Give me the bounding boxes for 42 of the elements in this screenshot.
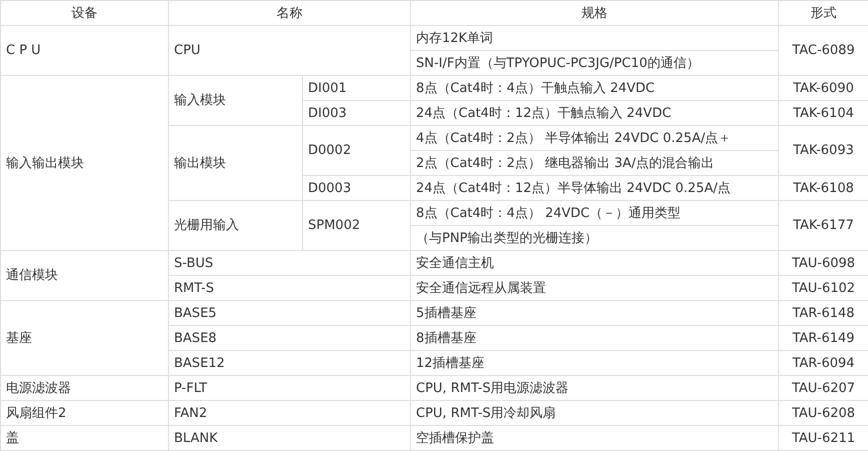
table-cell: 安全通信远程从属装置	[410, 276, 778, 300]
table-cell: RMT-S	[168, 276, 410, 300]
table-cell: 盖	[0, 426, 168, 450]
table-cell: BASE12	[168, 350, 410, 376]
table-cell: BLANK	[168, 426, 410, 450]
table-cell: 8点（Cat4时：4点） 24VDC（－）通用类型	[410, 200, 778, 226]
table-cell: 12插槽基座	[410, 350, 778, 376]
table-cell: 4点（Cat4时：2点） 半导体输出 24VDC 0.25A/点＋	[410, 126, 778, 150]
table-cell: P-FLT	[168, 376, 410, 400]
column-header: 设备	[0, 0, 168, 26]
table-cell: 24点（Cat4时：12点）干触点输入 24VDC	[410, 100, 778, 126]
table-cell: SPM002	[302, 200, 410, 250]
table-cell: 基座	[0, 300, 168, 376]
table-cell: 风扇组件2	[0, 400, 168, 426]
table-cell: BASE5	[168, 300, 410, 326]
table-cell: 8点（Cat4时：4点）干触点输入 24VDC	[410, 76, 778, 100]
table-cell: 5插槽基座	[410, 300, 778, 326]
table-cell: 输入输出模块	[0, 76, 168, 250]
table-cell: CPU	[168, 26, 410, 76]
table-cell: 通信模块	[0, 250, 168, 300]
table-cell: 空插槽保护盖	[410, 426, 778, 450]
table-cell: 输入模块	[168, 76, 302, 126]
table-cell: D0003	[302, 176, 410, 200]
table-cell: 电源滤波器	[0, 376, 168, 400]
column-header: 规格	[410, 0, 778, 26]
table-cell: 输出模块	[168, 126, 302, 200]
table-cell: DI003	[302, 100, 410, 126]
table-cell: 24点（Cat4时：12点）半导体输出 24VDC 0.25A/点	[410, 176, 778, 200]
table-cell: BASE8	[168, 326, 410, 350]
table-cell: CPU, RMT-S用电源滤波器	[410, 376, 778, 400]
table-cell: 8插槽基座	[410, 326, 778, 350]
table-cell: FAN2	[168, 400, 410, 426]
table-cell: CPU, RMT-S用冷却风扇	[410, 400, 778, 426]
table-cell: S-BUS	[168, 250, 410, 276]
table-cell: 光栅用输入	[168, 200, 302, 250]
table-cell: D0002	[302, 126, 410, 176]
column-header: 形式	[778, 0, 868, 26]
table-cell: 内存12K单词	[410, 26, 778, 50]
table-cell: C P U	[0, 26, 168, 76]
column-header: 名称	[168, 0, 410, 26]
table-cell: DI001	[302, 76, 410, 100]
table-cell: 安全通信主机	[410, 250, 778, 276]
